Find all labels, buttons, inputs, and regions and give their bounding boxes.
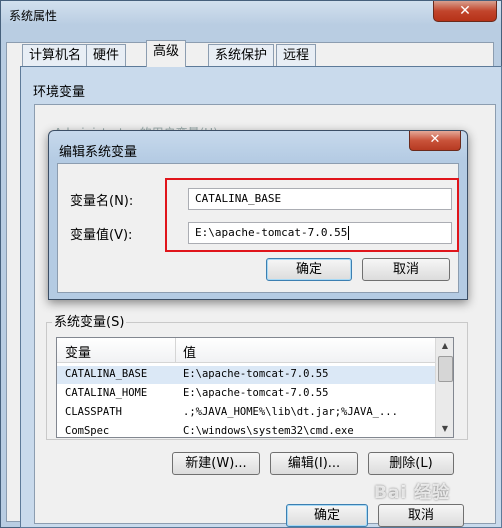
table-row[interactable]: CLASSPATH .;%JAVA_HOME%\lib\dt.jar;%JAVA… [57,404,437,422]
scroll-thumb[interactable] [438,356,453,382]
new-variable-button[interactable]: 新建(W)... [172,452,260,475]
edit-dialog-title: 编辑系统变量 [59,145,138,160]
table-row[interactable]: ComSpec C:\windows\system32\cmd.exe [57,423,437,437]
edit-dialog-close-button[interactable]: ✕ [409,131,461,151]
variable-name-cell: CATALINA_HOME [65,387,148,399]
variable-value-cell: E:\apache-tomcat-7.0.55 [183,368,329,380]
variable-name-cell: CATALINA_BASE [65,368,148,380]
tab-remote[interactable]: 远程 [276,44,317,66]
column-header-value[interactable]: 值 [183,342,196,361]
edit-ok-button[interactable]: 确定 [266,258,352,281]
variable-name-cell: ComSpec [65,425,110,437]
tab-computer-name[interactable]: 计算机名 [22,44,89,66]
variable-value-cell: E:\apache-tomcat-7.0.55 [183,387,329,399]
environment-ok-button[interactable]: 确定 [286,504,368,527]
system-properties-title: 系统属性 [9,9,58,23]
table-row[interactable]: CATALINA_BASE E:\apache-tomcat-7.0.55 [57,366,437,384]
tab-hardware[interactable]: 硬件 [86,44,127,66]
scroll-down-arrow-icon[interactable]: ▼ [436,421,453,437]
variable-name-label: 变量名(N): [70,194,134,209]
red-highlight-box [165,178,459,252]
baidu-watermark: Bai 经验 [374,483,451,503]
table-row[interactable]: CATALINA_HOME E:\apache-tomcat-7.0.55 [57,385,437,403]
system-variables-label: 系统变量(S) [52,311,127,330]
system-variables-list[interactable]: 变量 值 CATALINA_BASE E:\apache-tomcat-7.0.… [56,337,454,438]
environment-cancel-button[interactable]: 取消 [378,504,464,527]
variable-name-cell: CLASSPATH [65,406,122,418]
delete-variable-button[interactable]: 删除(L) [368,452,454,475]
variable-value-cell: .;%JAVA_HOME%\lib\dt.jar;%JAVA_... [183,406,398,418]
variable-value-label: 变量值(V): [70,228,133,243]
variable-value-cell: C:\windows\system32\cmd.exe [183,425,354,437]
edit-variable-button[interactable]: 编辑(I)... [270,452,358,475]
tab-system-protection[interactable]: 系统保护 [208,44,275,66]
environment-variables-title: 环境变量 [33,85,86,100]
scroll-up-arrow-icon[interactable]: ▲ [436,338,453,354]
tab-advanced[interactable]: 高级 [146,40,187,67]
system-properties-close-button[interactable]: ✕ [433,1,497,22]
list-header: 变量 值 [57,338,437,363]
column-header-variable[interactable]: 变量 [65,342,91,361]
list-scrollbar[interactable]: ▲ ▼ [435,338,453,437]
edit-cancel-button[interactable]: 取消 [362,258,450,281]
